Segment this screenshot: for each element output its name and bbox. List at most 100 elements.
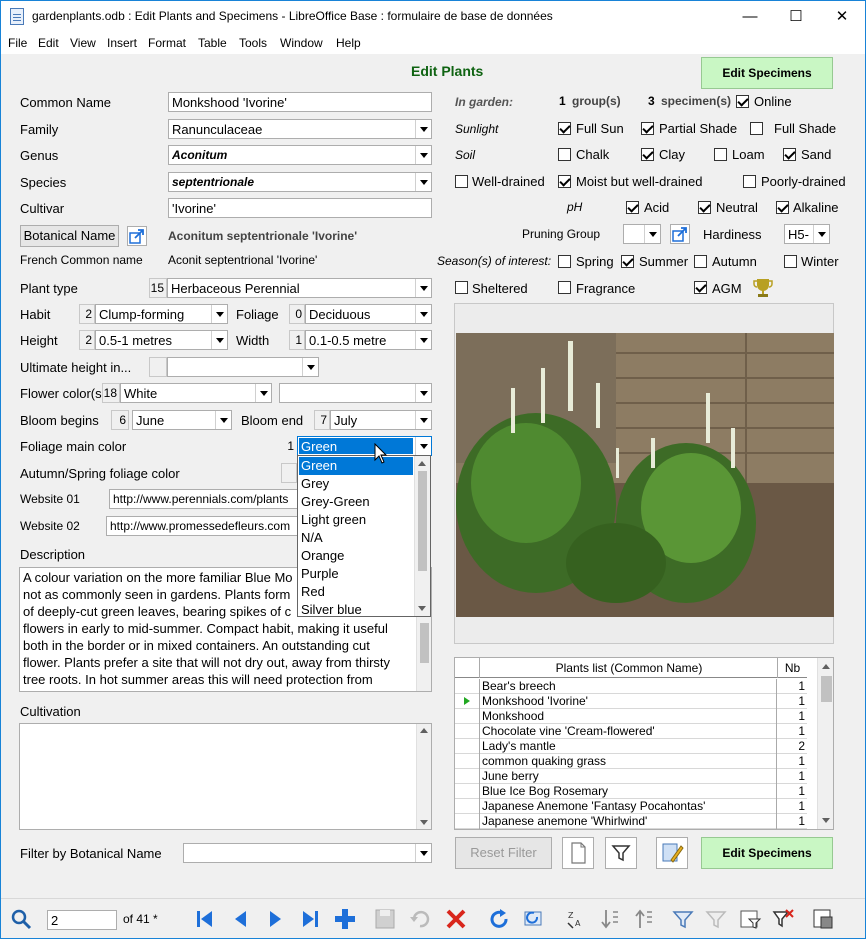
acid-checkbox[interactable] bbox=[626, 201, 639, 214]
chevron-down-icon[interactable] bbox=[415, 384, 431, 402]
habit-combo[interactable]: Clump-forming bbox=[95, 304, 228, 324]
well-drained-checkbox[interactable] bbox=[455, 175, 468, 188]
table-row[interactable]: Chocolate vine 'Cream-flowered' 1 bbox=[455, 724, 807, 739]
website-02-field[interactable]: http://www.promessedefleurs.com bbox=[106, 516, 299, 536]
dropdown-option[interactable]: N/A bbox=[299, 529, 413, 547]
width-combo[interactable]: 0.1-0.5 metre bbox=[305, 330, 432, 350]
genus-combo[interactable]: Aconitum bbox=[168, 145, 432, 165]
row-header[interactable] bbox=[455, 739, 480, 754]
plant-nb-cell[interactable]: 1 bbox=[778, 679, 807, 694]
apply-filter-icon[interactable] bbox=[704, 907, 728, 931]
foliage-main-color-combo[interactable]: Green bbox=[297, 436, 432, 456]
dropdown-option[interactable]: Green bbox=[299, 457, 413, 475]
plant-nb-cell[interactable]: 1 bbox=[778, 754, 807, 769]
grid-header-nb[interactable]: Nb bbox=[778, 661, 807, 675]
family-combo[interactable]: Ranunculaceae bbox=[168, 119, 432, 139]
row-header[interactable] bbox=[455, 814, 480, 829]
menu-help[interactable]: Help bbox=[336, 36, 361, 50]
row-header[interactable] bbox=[455, 769, 480, 784]
reset-filter-button[interactable]: Reset Filter bbox=[455, 837, 552, 869]
plant-nb-cell[interactable]: 1 bbox=[778, 709, 807, 724]
scroll-up-icon[interactable] bbox=[822, 664, 830, 669]
full-sun-checkbox[interactable] bbox=[558, 122, 571, 135]
scroll-down-icon[interactable] bbox=[822, 818, 830, 823]
table-row[interactable]: Monkshood 'Ivorine' 1 bbox=[455, 694, 807, 709]
website-01-field[interactable]: http://www.perennials.com/plants bbox=[109, 489, 299, 509]
scroll-thumb[interactable] bbox=[821, 676, 832, 702]
plant-nb-cell[interactable]: 1 bbox=[778, 799, 807, 814]
cultivar-field[interactable]: 'Ivorine' bbox=[168, 198, 432, 218]
plant-nb-cell[interactable]: 1 bbox=[778, 724, 807, 739]
flower-color-2-combo[interactable] bbox=[279, 383, 432, 403]
standard-filter-icon[interactable] bbox=[738, 907, 762, 931]
previous-record-icon[interactable] bbox=[229, 907, 253, 931]
row-header[interactable] bbox=[455, 799, 480, 814]
poorly-drained-checkbox[interactable] bbox=[743, 175, 756, 188]
sort-descending-icon[interactable] bbox=[632, 907, 656, 931]
edit-specimens-button-top[interactable]: Edit Specimens bbox=[701, 57, 833, 89]
refresh-icon[interactable] bbox=[487, 907, 511, 931]
dropdown-option[interactable]: Grey bbox=[299, 475, 413, 493]
chevron-down-icon[interactable] bbox=[302, 358, 318, 376]
dropdown-option[interactable]: Orange bbox=[299, 547, 413, 565]
scroll-down-icon[interactable] bbox=[420, 820, 428, 825]
flower-color-combo[interactable]: White bbox=[120, 383, 272, 403]
next-record-icon[interactable] bbox=[263, 907, 287, 931]
plant-nb-cell[interactable]: 1 bbox=[778, 694, 807, 709]
autofilter-icon[interactable] bbox=[671, 907, 695, 931]
plant-name-cell[interactable]: Japanese anemone 'Whirlwind' bbox=[481, 814, 777, 829]
partial-shade-checkbox[interactable] bbox=[641, 122, 654, 135]
edit-form-icon[interactable] bbox=[656, 837, 688, 869]
table-row[interactable]: Lady's mantle 2 bbox=[455, 739, 807, 754]
chevron-down-icon[interactable] bbox=[415, 305, 431, 323]
link-icon[interactable] bbox=[670, 224, 690, 244]
autumn-checkbox[interactable] bbox=[694, 255, 707, 268]
plant-name-cell[interactable]: Monkshood 'Ivorine' bbox=[481, 694, 777, 709]
plant-name-cell[interactable]: Japanese Anemone 'Fantasy Pocahontas' bbox=[481, 799, 777, 814]
dropdown-option[interactable]: Purple bbox=[299, 565, 413, 583]
maximize-button[interactable]: ☐ bbox=[773, 1, 819, 32]
chevron-down-icon[interactable] bbox=[255, 384, 271, 402]
chevron-down-icon[interactable] bbox=[415, 146, 431, 164]
chevron-down-icon[interactable] bbox=[415, 120, 431, 138]
menu-table[interactable]: Table bbox=[198, 36, 227, 50]
undo-icon[interactable] bbox=[408, 907, 432, 931]
plant-name-cell[interactable]: Chocolate vine 'Cream-flowered' bbox=[481, 724, 777, 739]
plant-nb-cell[interactable]: 1 bbox=[778, 784, 807, 799]
bloom-begins-combo[interactable]: June bbox=[132, 410, 232, 430]
record-number-field[interactable]: 2 bbox=[47, 910, 117, 930]
menu-edit[interactable]: Edit bbox=[38, 36, 59, 50]
chevron-down-icon[interactable] bbox=[813, 225, 829, 243]
plant-nb-cell[interactable]: 1 bbox=[778, 769, 807, 784]
neutral-checkbox[interactable] bbox=[698, 201, 711, 214]
chevron-down-icon[interactable] bbox=[215, 411, 231, 429]
row-header[interactable] bbox=[455, 724, 480, 739]
plant-nb-cell[interactable]: 1 bbox=[778, 814, 807, 829]
dropdown-option[interactable]: Red bbox=[299, 583, 413, 601]
sheltered-checkbox[interactable] bbox=[455, 281, 468, 294]
data-source-icon[interactable] bbox=[811, 907, 835, 931]
menu-insert[interactable]: Insert bbox=[107, 36, 137, 50]
chevron-down-icon[interactable] bbox=[415, 173, 431, 191]
row-header[interactable] bbox=[455, 784, 480, 799]
sort-ascending-icon[interactable] bbox=[598, 907, 622, 931]
new-record-icon[interactable] bbox=[333, 907, 357, 931]
dropdown-scrollbar[interactable] bbox=[414, 456, 430, 616]
fragrance-checkbox[interactable] bbox=[558, 281, 571, 294]
link-icon[interactable] bbox=[127, 226, 147, 246]
row-header[interactable] bbox=[455, 754, 480, 769]
table-row[interactable]: Japanese anemone 'Whirlwind' 1 bbox=[455, 814, 807, 829]
plant-name-cell[interactable]: common quaking grass bbox=[481, 754, 777, 769]
close-button[interactable]: ✕ bbox=[819, 1, 865, 32]
first-record-icon[interactable] bbox=[193, 907, 217, 931]
menu-file[interactable]: File bbox=[8, 36, 27, 50]
grid-header-name[interactable]: Plants list (Common Name) bbox=[481, 661, 777, 675]
scroll-down-icon[interactable] bbox=[418, 606, 426, 611]
row-header[interactable] bbox=[455, 709, 480, 724]
chevron-down-icon[interactable] bbox=[415, 331, 431, 349]
delete-record-icon[interactable] bbox=[444, 907, 468, 931]
winter-checkbox[interactable] bbox=[784, 255, 797, 268]
summer-checkbox[interactable] bbox=[621, 255, 634, 268]
sort-icon[interactable]: ZA bbox=[564, 907, 588, 931]
dropdown-option[interactable]: Light green bbox=[299, 511, 413, 529]
